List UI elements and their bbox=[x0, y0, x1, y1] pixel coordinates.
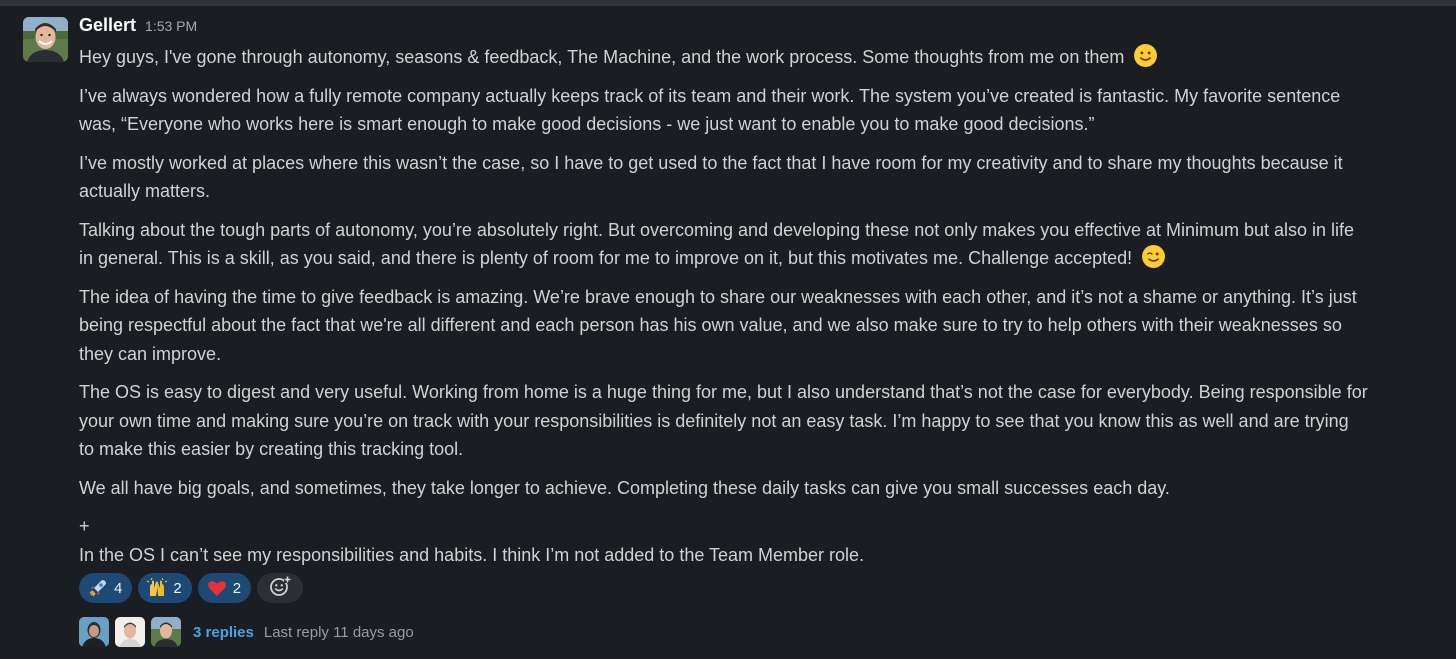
reaction-count: 2 bbox=[232, 579, 242, 597]
slightly-smiling-face-icon bbox=[1133, 43, 1158, 68]
add-reaction-button[interactable] bbox=[257, 573, 304, 603]
reply-avatar-1 bbox=[79, 617, 109, 647]
message-text: In the OS I can’t see my responsibilitie… bbox=[79, 544, 865, 565]
message-text: actually matters. bbox=[79, 181, 211, 201]
message-timestamp[interactable]: 1:53 PM bbox=[145, 18, 197, 34]
message-text: in general. This is a skill, as you said… bbox=[79, 248, 1133, 268]
message-line: in general. This is a skill, as you said… bbox=[79, 244, 1449, 273]
message-line: they can improve. bbox=[79, 340, 1449, 369]
reaction-red-heart[interactable]: 2 bbox=[197, 573, 252, 603]
message-paragraph: I’ve mostly worked at places where this … bbox=[79, 149, 1449, 206]
reply-avatar-3 bbox=[151, 617, 181, 647]
message-paragraph: + In the OS I can’t see my responsibiliti… bbox=[79, 512, 1449, 569]
message-body: Hey guys, I've gone through autonomy, se… bbox=[79, 43, 1449, 569]
rocket-icon bbox=[88, 578, 108, 598]
message-text: I’ve mostly worked at places where this … bbox=[79, 152, 1343, 173]
thread-last-reply: Last reply 11 days ago bbox=[263, 623, 414, 641]
message-text: + bbox=[79, 516, 90, 536]
message-text: they can improve. bbox=[79, 343, 222, 364]
raised-hands-icon bbox=[147, 577, 168, 598]
message-text: was, “Everyone who works here is smart e… bbox=[79, 114, 1095, 134]
message-header: Gellert 1:53 PM bbox=[79, 15, 1449, 39]
message-text: I’ve always wondered how a fully remote … bbox=[79, 85, 1341, 106]
thread-replies-link[interactable]: 3 replies bbox=[193, 624, 254, 641]
reaction-rocket[interactable]: 4 bbox=[79, 573, 133, 603]
message-line: I’ve always wondered how a fully remote … bbox=[79, 82, 1449, 111]
thread-summary[interactable]: 3 replies Last reply 11 days ago bbox=[79, 616, 414, 648]
message-text: The OS is easy to digest and very useful… bbox=[79, 382, 1368, 402]
message-text: your own time and making sure you’re on … bbox=[79, 410, 1349, 431]
message-line: your own time and making sure you’re on … bbox=[79, 407, 1449, 436]
message-paragraph: The OS is easy to digest and very useful… bbox=[79, 378, 1449, 464]
message-text: being respectful about the fact that we'… bbox=[79, 315, 1342, 335]
message-text: The idea of having the time to give feed… bbox=[79, 286, 1357, 307]
message-line: I’ve mostly worked at places where this … bbox=[79, 149, 1449, 178]
message-paragraph: We all have big goals, and sometimes, th… bbox=[79, 474, 1449, 503]
message-line: was, “Everyone who works here is smart e… bbox=[79, 110, 1449, 139]
chat-message: Gellert 1:53 PM Hey guys, I've gone thro… bbox=[0, 6, 1456, 659]
message-paragraph: The idea of having the time to give feed… bbox=[79, 283, 1449, 369]
reaction-bar: 4 2 2 bbox=[79, 573, 304, 603]
message-paragraph: Hey guys, I've gone through autonomy, se… bbox=[79, 43, 1449, 72]
message-line: We all have big goals, and sometimes, th… bbox=[79, 474, 1449, 503]
message-line: actually matters. bbox=[79, 177, 1449, 206]
message-line: In the OS I can’t see my responsibilitie… bbox=[79, 541, 1449, 570]
message-paragraph: Talking about the tough parts of autonom… bbox=[79, 216, 1449, 273]
add-emoji-icon bbox=[269, 575, 292, 602]
reply-avatar-2 bbox=[115, 617, 145, 647]
message-line: being respectful about the fact that we'… bbox=[79, 311, 1449, 340]
message-line: + bbox=[79, 512, 1449, 541]
author-avatar[interactable] bbox=[23, 17, 68, 62]
message-text: Hey guys, I've gone through autonomy, se… bbox=[79, 47, 1125, 67]
author-name[interactable]: Gellert bbox=[79, 15, 136, 36]
message-paragraph: I’ve always wondered how a fully remote … bbox=[79, 82, 1449, 139]
message-line: The OS is easy to digest and very useful… bbox=[79, 378, 1449, 407]
message-text: We all have big goals, and sometimes, th… bbox=[79, 477, 1170, 498]
message-line: Talking about the tough parts of autonom… bbox=[79, 216, 1449, 245]
red-heart-icon bbox=[207, 578, 227, 598]
message-text: to make this easier by creating this tra… bbox=[79, 439, 464, 459]
reaction-count: 4 bbox=[114, 579, 123, 597]
winking-face-icon bbox=[1141, 244, 1166, 269]
reaction-raised-hands[interactable]: 2 bbox=[138, 573, 192, 603]
message-line: to make this easier by creating this tra… bbox=[79, 435, 1449, 464]
reaction-count: 2 bbox=[173, 579, 182, 597]
message-content: Gellert 1:53 PM Hey guys, I've gone thro… bbox=[79, 15, 1449, 569]
message-line: Hey guys, I've gone through autonomy, se… bbox=[79, 43, 1449, 72]
message-text: Talking about the tough parts of autonom… bbox=[79, 219, 1355, 240]
message-line: The idea of having the time to give feed… bbox=[79, 283, 1449, 312]
